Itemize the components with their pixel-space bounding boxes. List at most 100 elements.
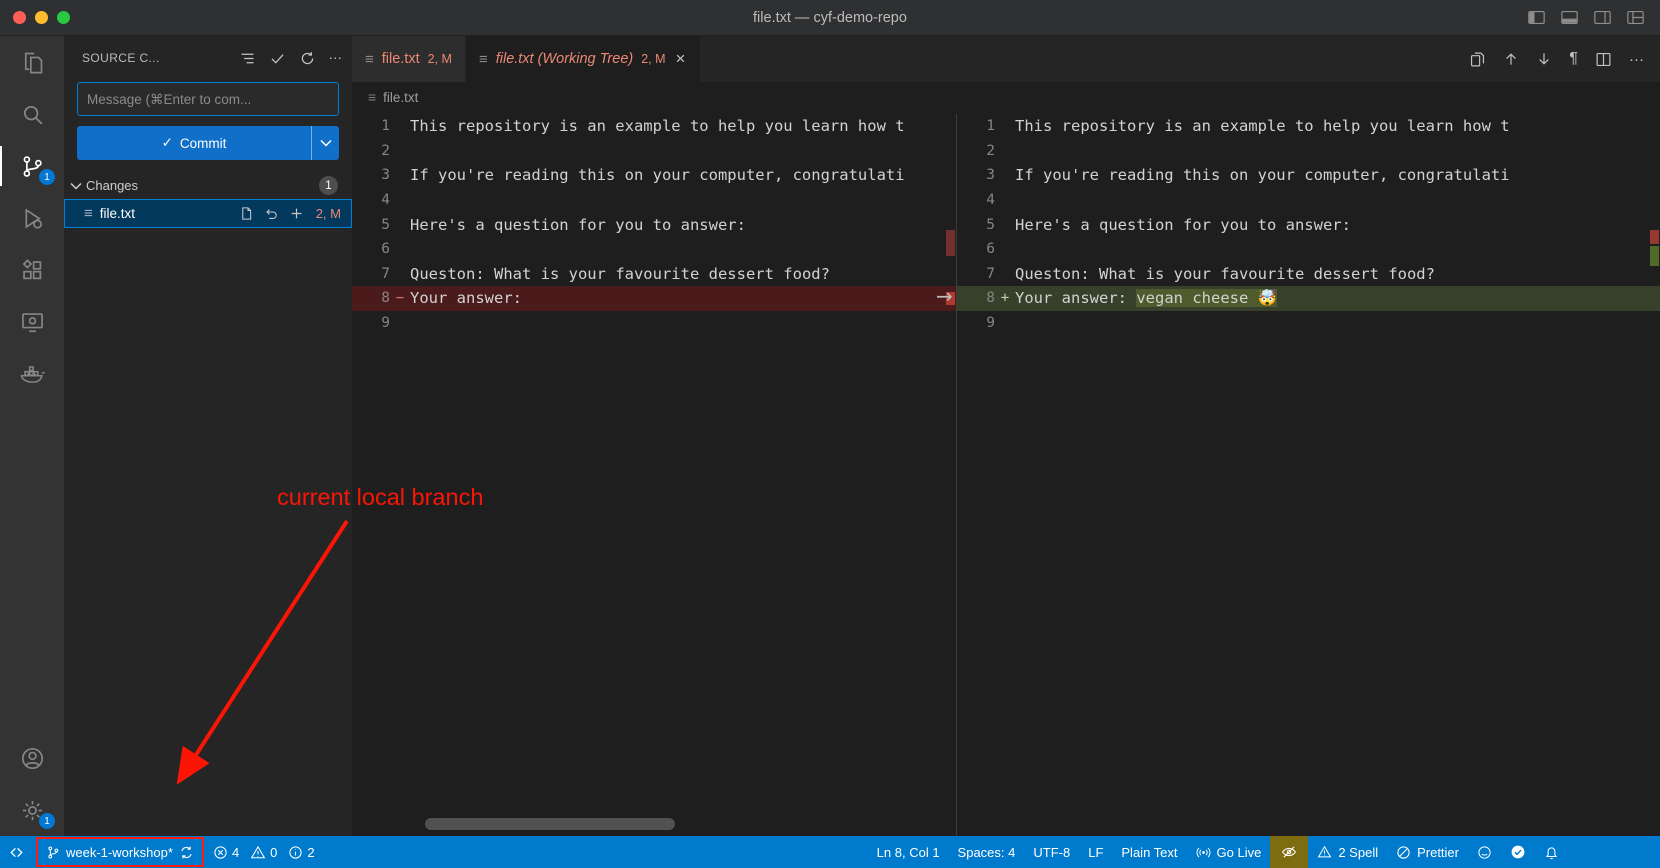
- extensions-icon[interactable]: [0, 244, 64, 296]
- breadcrumb[interactable]: ≡ file.txt: [352, 82, 1660, 112]
- open-file-icon[interactable]: [239, 206, 254, 221]
- maximize-window-button[interactable]: [57, 11, 70, 24]
- warning-icon: [250, 845, 266, 860]
- code-text: Here's a question for you to answer:: [1015, 216, 1351, 234]
- discard-changes-icon[interactable]: [264, 206, 279, 221]
- code-line-context[interactable]: 1This repository is an example to help y…: [957, 114, 1660, 139]
- whitespace-toggle-icon[interactable]: ¶: [1569, 50, 1578, 68]
- spell-checker-item[interactable]: 2 Spell: [1308, 836, 1387, 868]
- run-debug-icon[interactable]: [0, 192, 64, 244]
- explorer-icon[interactable]: [0, 36, 64, 88]
- code-line-context[interactable]: 1This repository is an example to help y…: [352, 114, 956, 139]
- indentation-item[interactable]: Spaces: 4: [949, 836, 1025, 868]
- code-line-context[interactable]: 5 Here's a question for you to answer:: [352, 212, 956, 237]
- minimize-window-button[interactable]: [35, 11, 48, 24]
- overview-mark: [1650, 230, 1659, 244]
- error-count: 4: [232, 845, 239, 860]
- branch-status-item[interactable]: week-1-workshop*: [41, 845, 199, 860]
- commit-dropdown-button[interactable]: [311, 126, 339, 160]
- code-line-context[interactable]: 9: [957, 311, 1660, 336]
- code-line-context[interactable]: 9: [352, 311, 956, 336]
- diff-original-pane[interactable]: 1This repository is an example to help y…: [352, 114, 957, 836]
- toggle-panel-icon[interactable]: [1561, 10, 1578, 25]
- code-line-context[interactable]: 7Queston: What is your favourite dessert…: [957, 262, 1660, 287]
- line-number: 5: [352, 217, 390, 233]
- close-window-button[interactable]: [13, 11, 26, 24]
- changes-label: Changes: [86, 178, 138, 193]
- prettier-item[interactable]: Prettier: [1387, 836, 1468, 868]
- code-line-context[interactable]: 3If you're reading this on your computer…: [957, 163, 1660, 188]
- code-line-context[interactable]: 7Queston: What is your favourite dessert…: [352, 262, 956, 287]
- status-bar: week-1-workshop* 4 0 2 Ln 8, Col 1 Space…: [0, 836, 1660, 868]
- code-line-context[interactable]: 2: [352, 139, 956, 164]
- search-icon[interactable]: [0, 88, 64, 140]
- status-check-item[interactable]: [1501, 836, 1535, 868]
- commit-message-input[interactable]: [77, 82, 339, 116]
- diff-modified-pane[interactable]: 1This repository is an example to help y…: [957, 114, 1660, 836]
- tab-label: file.txt: [382, 51, 420, 67]
- cursor-position-item[interactable]: Ln 8, Col 1: [868, 836, 949, 868]
- open-changes-icon[interactable]: [1469, 51, 1486, 68]
- changes-section-header[interactable]: Changes 1: [64, 172, 352, 199]
- eol-item[interactable]: LF: [1079, 836, 1112, 868]
- toggle-sidebar-icon[interactable]: [1528, 10, 1545, 25]
- horizontal-scrollbar[interactable]: [425, 818, 675, 830]
- close-tab-icon[interactable]: ×: [674, 49, 688, 69]
- info-icon: [288, 845, 303, 860]
- line-number: 8: [957, 290, 995, 306]
- encoding-item[interactable]: UTF-8: [1024, 836, 1079, 868]
- accounts-icon[interactable]: [0, 732, 64, 784]
- notifications-item[interactable]: [1535, 836, 1568, 868]
- settings-gear-icon[interactable]: 1: [0, 784, 64, 836]
- customize-layout-icon[interactable]: [1627, 10, 1644, 25]
- feedback-item[interactable]: [1468, 836, 1501, 868]
- more-actions-icon[interactable]: ···: [329, 50, 343, 67]
- prettier-disabled-icon: [1396, 845, 1411, 860]
- spell-checker-label: 2 Spell: [1338, 845, 1378, 860]
- language-mode: Plain Text: [1121, 845, 1177, 860]
- highlight-toggle-item[interactable]: [1270, 836, 1308, 868]
- code-line-context[interactable]: 4: [352, 188, 956, 213]
- code-line-removed[interactable]: 8−Your answer:: [352, 286, 956, 311]
- line-number: 1: [352, 118, 390, 134]
- toggle-secondary-sidebar-icon[interactable]: [1594, 10, 1611, 25]
- diff-change-marker: −: [390, 290, 410, 306]
- code-line-context[interactable]: 4: [957, 188, 1660, 213]
- stage-changes-icon[interactable]: [289, 206, 304, 221]
- changed-file-row[interactable]: ≡ file.txt 2, M: [64, 199, 352, 228]
- file-icon: ≡: [368, 89, 376, 105]
- remote-indicator[interactable]: [0, 836, 33, 868]
- sync-changes-icon[interactable]: [179, 845, 194, 860]
- next-change-icon[interactable]: [1536, 51, 1552, 67]
- line-content: Here's a question for you to answer:: [410, 216, 956, 234]
- view-and-sort-icon[interactable]: [239, 50, 256, 67]
- more-actions-icon[interactable]: ···: [1629, 51, 1644, 68]
- left-overview-ruler[interactable]: [939, 114, 956, 836]
- revert-change-arrow-icon[interactable]: →: [936, 284, 953, 308]
- language-mode-item[interactable]: Plain Text: [1112, 836, 1186, 868]
- remote-explorer-icon[interactable]: [0, 296, 64, 348]
- code-line-context[interactable]: 6: [352, 237, 956, 262]
- problems-status-item[interactable]: 4 0 2: [204, 836, 331, 868]
- error-icon: [213, 845, 228, 860]
- commit-button[interactable]: ✓ Commit: [77, 126, 339, 160]
- docker-icon[interactable]: [0, 348, 64, 400]
- code-line-context[interactable]: 5Here's a question for you to answer:: [957, 212, 1660, 237]
- split-editor-icon[interactable]: [1595, 51, 1612, 68]
- source-control-icon[interactable]: 1: [0, 140, 64, 192]
- tab-file-txt-working-tree[interactable]: ≡ file.txt (Working Tree) 2, M ×: [466, 36, 701, 82]
- misspelled-word: favourite: [1220, 265, 1304, 283]
- code-line-context[interactable]: 6: [957, 237, 1660, 262]
- tab-file-txt[interactable]: ≡ file.txt 2, M: [352, 36, 466, 82]
- code-line-added[interactable]: 8+Your answer: vegan cheese 🤯: [957, 286, 1660, 311]
- code-line-context[interactable]: 3If you're reading this on your computer…: [352, 163, 956, 188]
- right-overview-ruler[interactable]: [1643, 114, 1660, 836]
- commit-check-icon[interactable]: [269, 50, 286, 67]
- window-title: file.txt — cyf-demo-repo: [0, 10, 1660, 26]
- prettier-label: Prettier: [1417, 845, 1459, 860]
- code-line-context[interactable]: 2: [957, 139, 1660, 164]
- previous-change-icon[interactable]: [1503, 51, 1519, 67]
- line-number: 6: [957, 241, 995, 257]
- go-live-item[interactable]: Go Live: [1187, 836, 1271, 868]
- refresh-icon[interactable]: [299, 50, 316, 67]
